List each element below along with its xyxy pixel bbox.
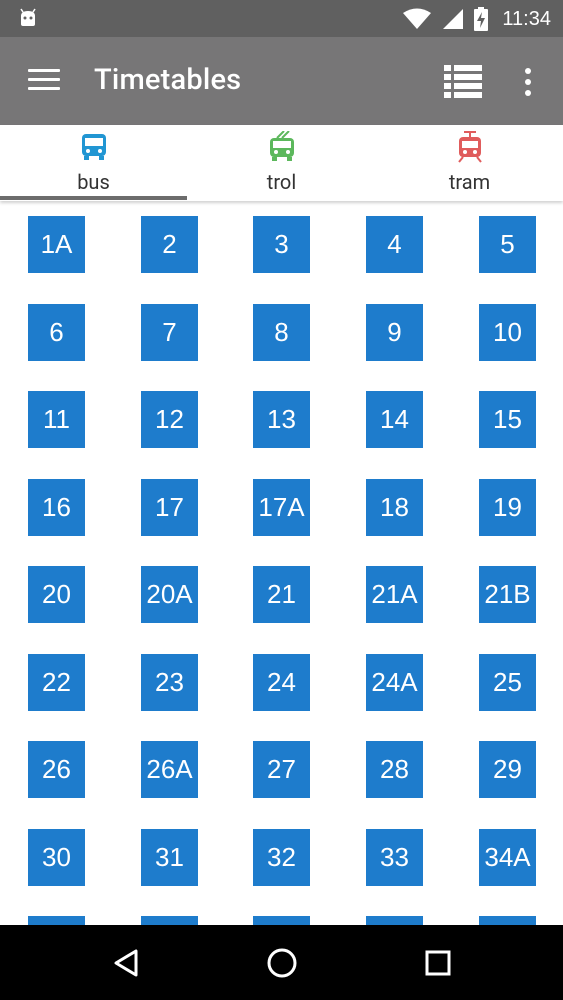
route-tile[interactable]: 34A — [479, 829, 536, 886]
route-tile[interactable] — [253, 916, 310, 925]
route-tile[interactable]: 3 — [253, 216, 310, 273]
status-clock: 11:34 — [502, 7, 551, 30]
route-tile[interactable] — [141, 916, 198, 925]
bus-icon — [81, 134, 106, 160]
route-tile[interactable]: 11 — [28, 391, 85, 448]
route-tile[interactable]: 18 — [366, 479, 423, 536]
route-grid: 1A 2 3 4 5 6 7 8 9 10 11 12 13 14 15 16 17 17A 18 19 20 20A 21… — [0, 203, 563, 925]
route-tile[interactable]: 20A — [141, 566, 198, 623]
route-tile[interactable]: 24 — [253, 654, 310, 711]
route-tile[interactable]: 26 — [28, 741, 85, 798]
route-tile[interactable]: 27 — [253, 741, 310, 798]
signal-icon — [443, 9, 464, 29]
route-tile[interactable]: 28 — [366, 741, 423, 798]
route-tile[interactable]: 29 — [479, 741, 536, 798]
route-tile[interactable]: 17A — [253, 479, 310, 536]
tab-bus[interactable]: bus — [0, 125, 187, 201]
route-tile[interactable]: 30 — [28, 829, 85, 886]
route-tile[interactable]: 16 — [28, 479, 85, 536]
page-title: Timetables — [94, 63, 242, 97]
route-tile[interactable]: 8 — [253, 304, 310, 361]
tram-icon — [457, 131, 482, 163]
route-tile[interactable]: 15 — [479, 391, 536, 448]
route-tile[interactable]: 24A — [366, 654, 423, 711]
route-tile[interactable]: 26A — [141, 741, 198, 798]
route-tile[interactable]: 5 — [479, 216, 536, 273]
tab-label-trol: trol — [266, 170, 297, 194]
route-tile[interactable]: 4 — [366, 216, 423, 273]
route-tile[interactable]: 7 — [141, 304, 198, 361]
tab-label-bus: bus — [77, 170, 110, 194]
route-tile[interactable]: 25 — [479, 654, 536, 711]
tab-tram[interactable]: tram — [376, 125, 563, 201]
route-tile[interactable]: 31 — [141, 829, 198, 886]
route-tile[interactable] — [479, 916, 536, 925]
route-tile[interactable]: 19 — [479, 479, 536, 536]
home-circle-icon[interactable] — [262, 943, 302, 983]
list-view-icon[interactable] — [444, 64, 482, 100]
route-tile[interactable]: 13 — [253, 391, 310, 448]
more-vert-icon[interactable] — [520, 67, 536, 97]
back-triangle-icon[interactable] — [107, 943, 147, 983]
battery-charging-icon — [474, 7, 489, 31]
tab-trol[interactable]: trol — [188, 125, 375, 201]
route-tile[interactable]: 32 — [253, 829, 310, 886]
app-bar: Timetables — [0, 37, 563, 125]
tab-label-tram: tram — [448, 170, 491, 194]
wifi-icon — [403, 8, 432, 29]
route-tile[interactable]: 23 — [141, 654, 198, 711]
route-tile[interactable]: 2 — [141, 216, 198, 273]
route-tile[interactable]: 9 — [366, 304, 423, 361]
transport-tabs: bus trol tram — [0, 125, 563, 201]
route-tile[interactable]: 21 — [253, 566, 310, 623]
route-tile[interactable]: 6 — [28, 304, 85, 361]
route-tile[interactable]: 17 — [141, 479, 198, 536]
android-icon — [18, 8, 38, 28]
recents-square-icon[interactable] — [418, 943, 458, 983]
route-tile[interactable] — [366, 916, 423, 925]
route-tile[interactable]: 14 — [366, 391, 423, 448]
trolleybus-icon — [269, 131, 294, 161]
hamburger-menu-icon[interactable] — [28, 69, 60, 93]
route-tile[interactable]: 21B — [479, 566, 536, 623]
route-tile[interactable] — [28, 916, 85, 925]
route-tile[interactable]: 12 — [141, 391, 198, 448]
route-tile[interactable]: 33 — [366, 829, 423, 886]
route-tile[interactable]: 10 — [479, 304, 536, 361]
tab-indicator — [0, 196, 187, 200]
route-tile[interactable]: 21A — [366, 566, 423, 623]
route-tile[interactable]: 20 — [28, 566, 85, 623]
system-nav-bar — [0, 925, 563, 1000]
route-tile[interactable]: 22 — [28, 654, 85, 711]
status-bar: 11:34 — [0, 0, 563, 37]
route-tile[interactable]: 1A — [28, 216, 85, 273]
